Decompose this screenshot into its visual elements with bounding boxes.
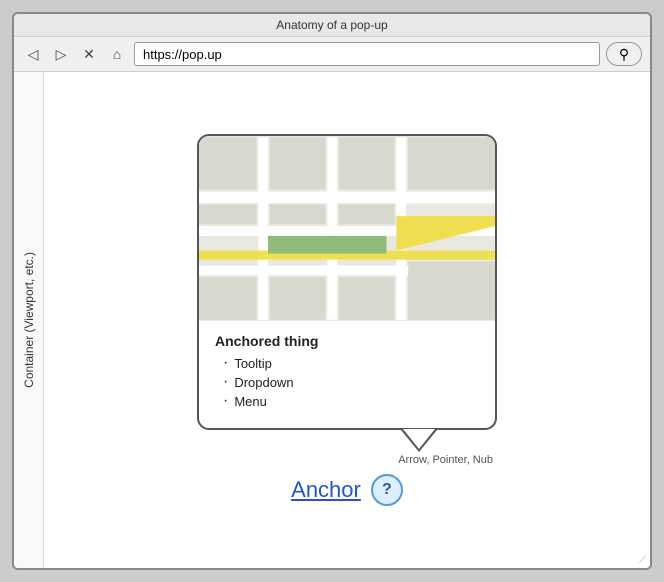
content-area: Container (Viewport, etc.) xyxy=(14,72,650,568)
address-bar[interactable] xyxy=(134,42,600,66)
map-svg xyxy=(199,136,495,321)
search-icon: ⚲ xyxy=(619,46,629,63)
list-item: Tooltip xyxy=(223,355,479,371)
popup-scene: Anchored thing Tooltip Dropdown Menu xyxy=(197,134,497,506)
resize-handle[interactable]: ⟋ xyxy=(639,555,646,566)
popup-box: Anchored thing Tooltip Dropdown Menu xyxy=(197,134,497,430)
anchor-link[interactable]: Anchor xyxy=(291,477,361,503)
title-bar: Anatomy of a pop-up xyxy=(14,14,650,37)
back-button[interactable]: ◁ xyxy=(22,43,44,65)
side-label: Container (Viewport, etc.) xyxy=(14,72,44,568)
anchored-items-list: Tooltip Dropdown Menu xyxy=(215,355,479,409)
window-title: Anatomy of a pop-up xyxy=(276,18,387,32)
anchored-heading: Anchored thing xyxy=(215,333,479,349)
arrow-pointer xyxy=(401,430,437,452)
anchor-row: Anchor ? xyxy=(291,474,403,506)
toolbar: ◁ ▷ ✕ ⌂ ⚲ xyxy=(14,37,650,72)
search-button[interactable]: ⚲ xyxy=(606,42,642,66)
list-item: Menu xyxy=(223,393,479,409)
home-button[interactable]: ⌂ xyxy=(106,43,128,65)
popup-content: Anchored thing Tooltip Dropdown Menu xyxy=(199,321,495,428)
arrow-area: Arrow, Pointer, Nub xyxy=(197,430,497,466)
list-item: Dropdown xyxy=(223,374,479,390)
help-button[interactable]: ? xyxy=(371,474,403,506)
close-button[interactable]: ✕ xyxy=(78,43,100,65)
main-content: Anchored thing Tooltip Dropdown Menu xyxy=(44,72,650,568)
arrow-label: Arrow, Pointer, Nub xyxy=(193,454,493,466)
forward-button[interactable]: ▷ xyxy=(50,43,72,65)
map-area xyxy=(199,136,495,321)
browser-window: Anatomy of a pop-up ◁ ▷ ✕ ⌂ ⚲ Container … xyxy=(12,12,652,570)
